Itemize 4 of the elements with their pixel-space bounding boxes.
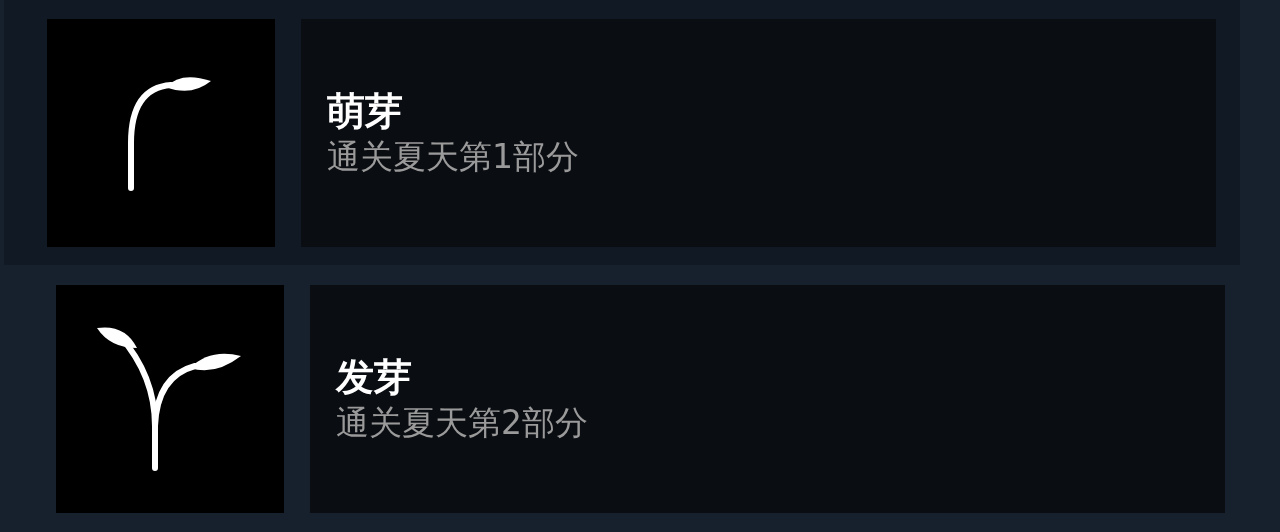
achievement-title: 萌芽 <box>327 88 404 136</box>
achievement-title: 发芽 <box>336 354 413 402</box>
achievement-description: 通关夏天第2部分 <box>336 401 589 443</box>
achievement-description: 通关夏天第1部分 <box>327 135 580 177</box>
